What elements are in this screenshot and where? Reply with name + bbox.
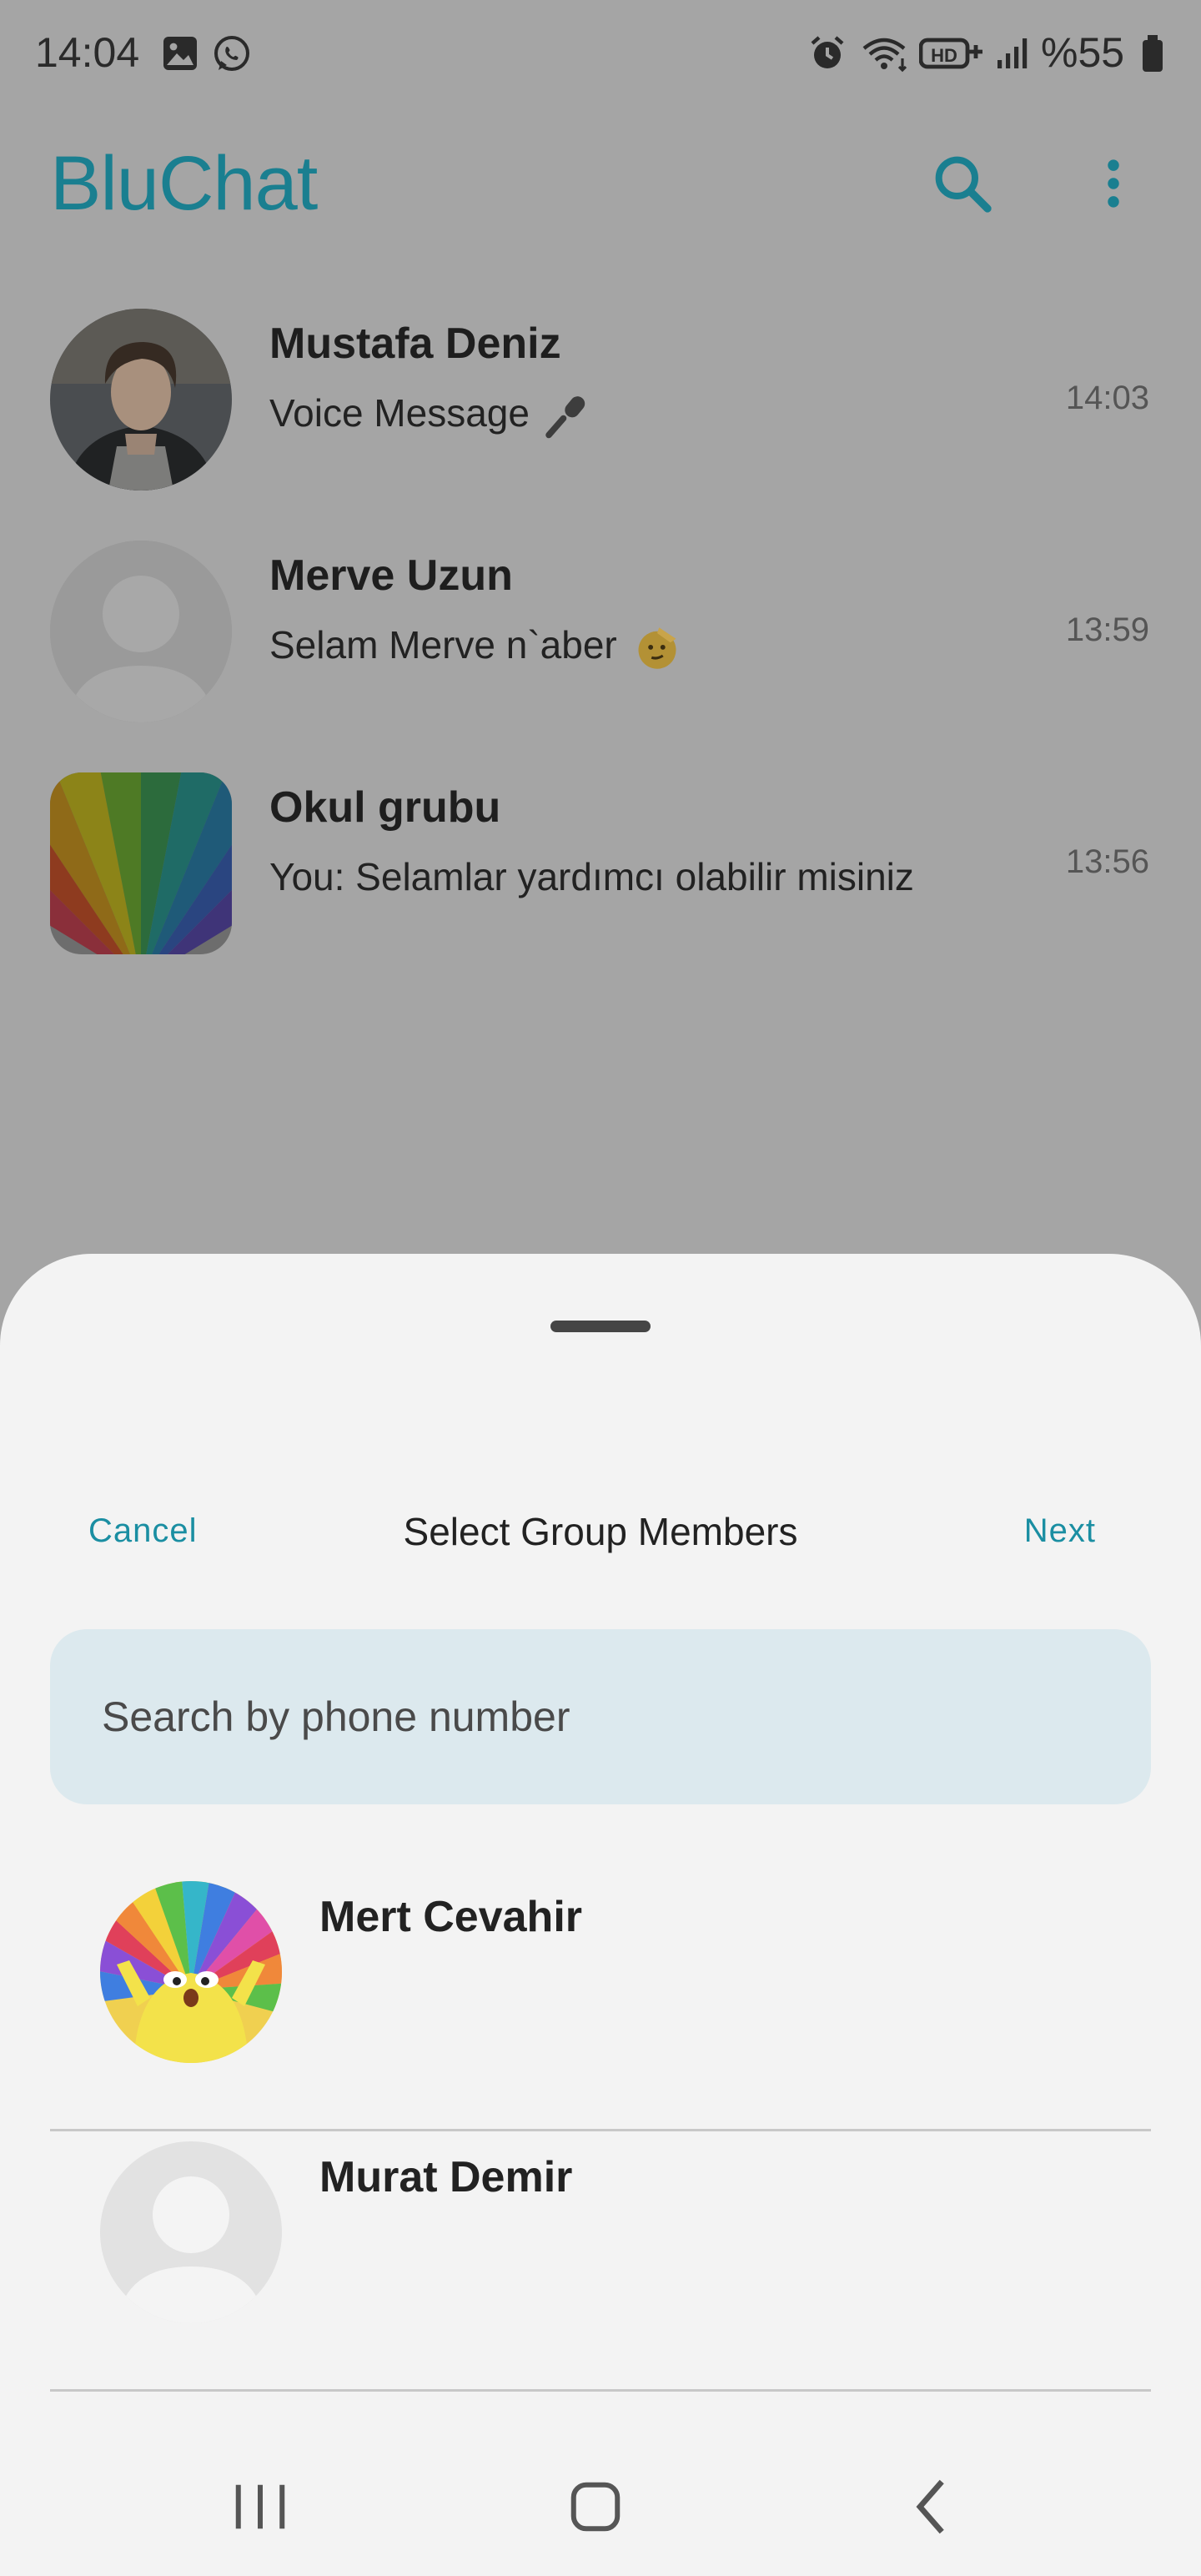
avatar	[50, 309, 232, 491]
app-top-bar: BluChat	[0, 125, 1201, 242]
avatar	[100, 1881, 282, 2063]
hd-plus-icon: HD	[919, 38, 982, 69]
contact-name: Mert Cevahir	[319, 1893, 582, 1941]
chat-time: 13:56	[1065, 843, 1149, 880]
more-vert-icon[interactable]	[1084, 150, 1143, 217]
saluting-face-emoji-icon	[638, 627, 676, 669]
next-button[interactable]: Next	[1024, 1512, 1096, 1550]
chat-list: Mustafa Deniz Voice Message 14:03 Merve …	[0, 300, 1201, 996]
divider	[50, 2389, 1151, 2392]
system-nav-bar	[0, 2436, 1201, 2576]
avatar	[50, 541, 232, 722]
app-title: BluChat	[50, 141, 318, 226]
microphone-icon	[545, 396, 585, 439]
chat-preview: Voice Message	[269, 390, 590, 441]
chat-row[interactable]: Merve Uzun Selam Merve n`aber 13:59	[0, 532, 1201, 764]
sheet-header: Cancel Select Group Members Next	[0, 1504, 1201, 1571]
contact-row[interactable]: Mert Cevahir	[0, 1871, 1201, 2131]
status-time: 14:04	[35, 29, 140, 76]
chat-row[interactable]: Okul grubu You: Selamlar yardımcı olabil…	[0, 764, 1201, 996]
back-icon[interactable]	[891, 2469, 974, 2544]
signal-icon	[997, 38, 1028, 68]
contact-row[interactable]: Murat Demir	[0, 2131, 1201, 2392]
chat-row[interactable]: Mustafa Deniz Voice Message 14:03	[0, 300, 1201, 532]
chat-preview: Selam Merve n`aber	[269, 622, 680, 671]
search-icon[interactable]	[929, 150, 996, 217]
select-group-members-sheet: Cancel Select Group Members Next Search …	[0, 1254, 1201, 2576]
search-field[interactable]	[50, 1629, 1151, 1804]
home-icon[interactable]	[554, 2469, 637, 2544]
avatar	[50, 772, 232, 954]
battery-percent: %55	[1041, 29, 1125, 76]
drag-handle[interactable]	[550, 1321, 651, 1332]
chat-name: Merve Uzun	[269, 551, 513, 600]
chat-name: Mustafa Deniz	[269, 319, 561, 368]
chat-preview-text: Voice Message	[269, 391, 530, 435]
battery-icon	[1143, 35, 1163, 72]
contact-list: Mert Cevahir Murat Demir	[0, 1871, 1201, 2392]
chat-name: Okul grubu	[269, 783, 501, 832]
sheet-title: Select Group Members	[403, 1510, 798, 1553]
default-avatar-icon	[50, 541, 232, 722]
recent-apps-icon[interactable]	[219, 2469, 302, 2544]
chat-time: 14:03	[1065, 380, 1149, 416]
svg-text:HD: HD	[931, 45, 957, 66]
alarm-icon	[811, 36, 844, 68]
chat-time: 13:59	[1065, 611, 1149, 648]
gallery-icon	[163, 37, 197, 70]
wifi-icon	[862, 38, 907, 73]
chat-preview-text: Selam Merve n`aber	[269, 623, 617, 667]
whatsapp-icon	[214, 36, 249, 71]
avatar	[100, 2141, 282, 2323]
chat-preview: You: Selamlar yardımcı olabilir misiniz	[269, 855, 914, 898]
phone-search-input[interactable]	[50, 1629, 1151, 1804]
status-bar: 14:04 HD %55	[0, 0, 1201, 108]
default-avatar-icon	[100, 2141, 282, 2323]
contact-name: Murat Demir	[319, 2153, 573, 2201]
